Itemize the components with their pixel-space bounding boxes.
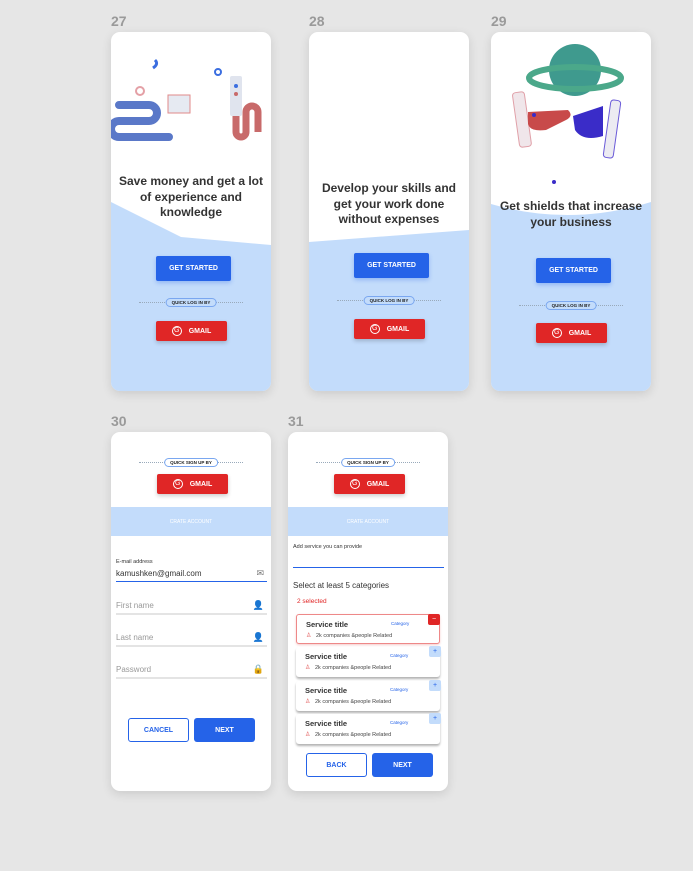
gmail-label: GMAIL bbox=[189, 480, 213, 488]
service-title: Service title bbox=[306, 620, 349, 629]
last-name-field[interactable]: Last name bbox=[116, 633, 153, 642]
email-label: E-mail address bbox=[116, 559, 153, 565]
get-started-button[interactable]: GET STARTED bbox=[156, 256, 231, 281]
quick-login-label: QUICK LOG IN BY bbox=[363, 296, 415, 305]
service-related: 2k companies &people Related bbox=[315, 699, 392, 705]
quick-signup-label: QUICK SIGN UP BY bbox=[341, 458, 395, 467]
person-outline-icon: 👤 bbox=[252, 600, 264, 610]
service-category[interactable]: Category bbox=[390, 687, 408, 692]
quick-login-divider: QUICK LOG IN BY bbox=[519, 301, 623, 313]
gmail-label: GMAIL bbox=[188, 327, 212, 335]
quick-login-label: QUICK LOG IN BY bbox=[545, 301, 597, 310]
service-category[interactable]: Category bbox=[391, 621, 409, 626]
quick-login-divider: QUICK LOG IN BY bbox=[337, 296, 441, 308]
gmail-button[interactable]: G GMAIL bbox=[334, 474, 405, 494]
services-screen: QUICK SIGN UP BY G GMAIL CRATE ACCOUNT Ad… bbox=[288, 432, 448, 791]
service-title: Service title bbox=[305, 719, 348, 728]
people-icon: ♙ bbox=[305, 699, 311, 705]
select-categories-label: Select at least 5 categories bbox=[293, 581, 390, 590]
onboarding-screen-28: Develop your skills and get your work do… bbox=[309, 32, 469, 391]
gmail-label: GMAIL bbox=[366, 480, 390, 488]
people-icon: ♙ bbox=[305, 732, 311, 738]
password-underline bbox=[116, 677, 267, 679]
email-field[interactable]: kamushken@gmail.com bbox=[116, 569, 201, 578]
service-label: Add service you can provide bbox=[293, 544, 363, 550]
cancel-button[interactable]: CANCEL bbox=[128, 718, 189, 742]
create-account-band: CRATE ACCOUNT bbox=[288, 507, 448, 536]
first-name-field[interactable]: First name bbox=[116, 601, 154, 610]
add-button[interactable]: + bbox=[429, 713, 441, 724]
service-related: 2k companies &people Related bbox=[315, 665, 392, 671]
add-button[interactable]: + bbox=[429, 646, 441, 657]
onboarding-screen-27: Save money and get a lot of experience a… bbox=[111, 32, 271, 391]
frame-number: 29 bbox=[491, 13, 507, 29]
service-related: 2k companies &people Related bbox=[316, 633, 393, 639]
gmail-button[interactable]: G GMAIL bbox=[354, 319, 425, 339]
get-started-button[interactable]: GET STARTED bbox=[354, 253, 429, 278]
quick-signup-label: QUICK SIGN UP BY bbox=[164, 458, 218, 467]
service-title: Service title bbox=[305, 686, 348, 695]
frame-number: 27 bbox=[111, 13, 127, 29]
quick-login-divider: QUICK LOG IN BY bbox=[139, 298, 243, 310]
google-icon: G bbox=[349, 479, 360, 489]
google-icon: G bbox=[172, 479, 183, 489]
get-started-button[interactable]: GET STARTED bbox=[536, 258, 611, 283]
service-card[interactable]: Service title Category ♙ 2k companies &p… bbox=[296, 614, 440, 644]
next-button[interactable]: NEXT bbox=[194, 718, 255, 742]
service-category[interactable]: Category bbox=[390, 653, 408, 658]
onboarding-title: Develop your skills and get your work do… bbox=[321, 181, 457, 226]
google-icon: G bbox=[551, 328, 562, 338]
gmail-button[interactable]: G GMAIL bbox=[536, 323, 607, 343]
email-icon: ✉ bbox=[256, 568, 264, 578]
remove-button[interactable]: − bbox=[428, 614, 440, 625]
quick-login-label: QUICK LOG IN BY bbox=[165, 298, 217, 307]
service-card[interactable]: Service title Category ♙ 2k companies &p… bbox=[296, 713, 441, 744]
lock-icon: 🔒 bbox=[252, 664, 264, 674]
back-button[interactable]: BACK bbox=[306, 753, 367, 777]
gmail-label: GMAIL bbox=[568, 329, 592, 337]
frame-number: 30 bbox=[111, 413, 127, 429]
frame-number: 31 bbox=[288, 413, 304, 429]
onboarding-title: Save money and get a lot of experience a… bbox=[118, 174, 264, 219]
google-icon: G bbox=[369, 324, 380, 334]
service-card[interactable]: Service title Category ♙ 2k companies &p… bbox=[296, 680, 441, 711]
signup-screen: QUICK SIGN UP BY G GMAIL CRATE ACCOUNT E-… bbox=[111, 432, 271, 791]
service-related: 2k companies &people Related bbox=[315, 732, 392, 738]
quick-signup-divider: QUICK SIGN UP BY bbox=[316, 458, 420, 470]
google-icon: G bbox=[171, 326, 182, 336]
gmail-button[interactable]: G GMAIL bbox=[157, 474, 228, 494]
last-name-underline bbox=[116, 645, 267, 647]
frame-number: 28 bbox=[309, 13, 325, 29]
person-icon: 👤 bbox=[252, 632, 264, 642]
people-icon: ♙ bbox=[305, 665, 311, 671]
service-card[interactable]: Service title Category ♙ 2k companies &p… bbox=[296, 646, 441, 677]
add-button[interactable]: + bbox=[429, 680, 441, 691]
service-category[interactable]: Category bbox=[390, 720, 408, 725]
first-name-underline bbox=[116, 613, 267, 615]
next-button[interactable]: NEXT bbox=[372, 753, 433, 777]
people-icon: ♙ bbox=[306, 633, 312, 639]
create-account-band: CRATE ACCOUNT bbox=[111, 507, 271, 536]
selected-count: 2 selected bbox=[297, 598, 327, 605]
service-underline bbox=[293, 567, 444, 568]
email-underline bbox=[116, 581, 267, 582]
onboarding-title: Get shields that increase your business bbox=[499, 199, 643, 229]
password-field[interactable]: Password bbox=[116, 665, 151, 674]
gmail-button[interactable]: G GMAIL bbox=[156, 321, 227, 341]
onboarding-screen-29: Get shields that increase your business … bbox=[491, 32, 651, 391]
gmail-label: GMAIL bbox=[386, 325, 410, 333]
quick-signup-divider: QUICK SIGN UP BY bbox=[139, 458, 243, 470]
service-title: Service title bbox=[305, 652, 348, 661]
